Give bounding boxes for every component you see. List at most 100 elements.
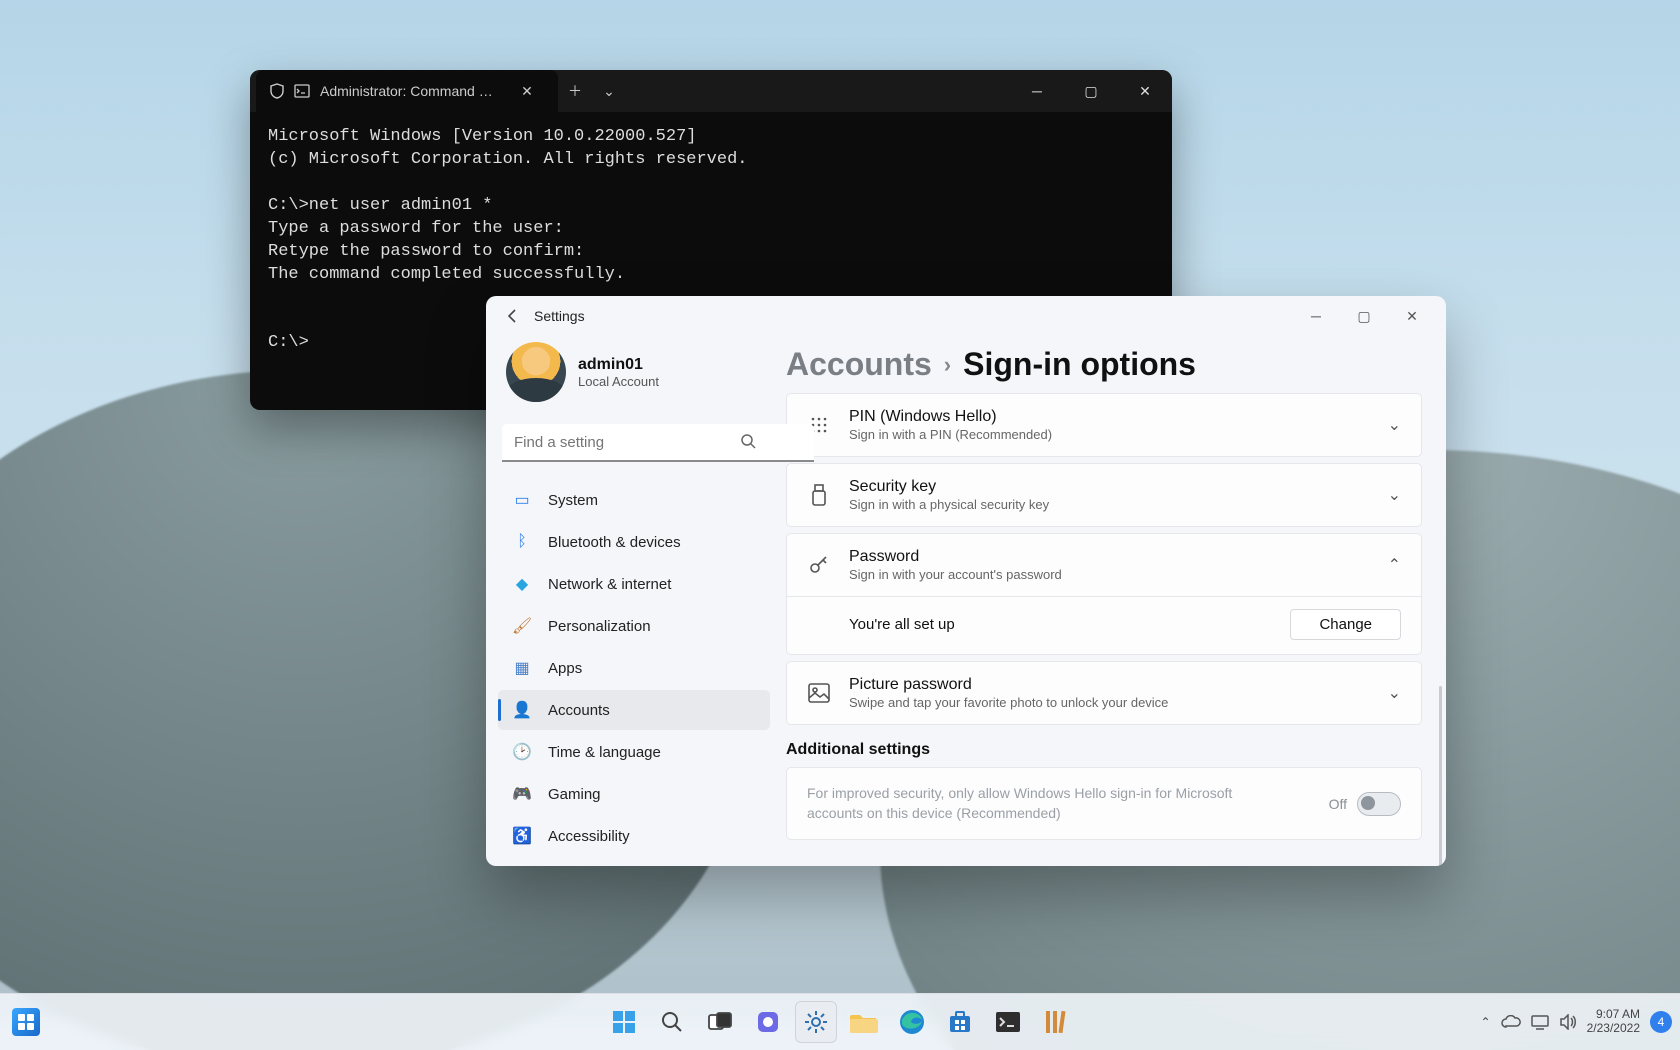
chevron-down-icon: ⌄ bbox=[1388, 683, 1401, 703]
app-button[interactable] bbox=[1035, 1001, 1077, 1043]
nav-network[interactable]: ◆Network & internet bbox=[498, 564, 770, 604]
taskbar-time: 9:07 AM bbox=[1587, 1008, 1640, 1022]
chat-icon bbox=[755, 1009, 781, 1035]
chevron-right-icon: › bbox=[944, 352, 951, 378]
terminal-icon bbox=[995, 1011, 1021, 1033]
chevron-up-icon: ⌃ bbox=[1388, 555, 1401, 575]
clock-icon: 🕑 bbox=[512, 742, 532, 762]
widgets-icon bbox=[17, 1013, 35, 1031]
tray-overflow-icon[interactable]: ⌃ bbox=[1481, 1015, 1491, 1029]
nav-apps[interactable]: ▦Apps bbox=[498, 648, 770, 688]
cmd-icon bbox=[294, 84, 310, 98]
tab-dropdown-icon[interactable]: ⌄ bbox=[592, 70, 626, 112]
widgets-button[interactable] bbox=[12, 994, 40, 1050]
terminal-tabbar: Administrator: Command Prompt ✕ ＋ ⌄ ─ ▢ … bbox=[250, 70, 1172, 112]
system-icon: ▭ bbox=[512, 490, 532, 510]
new-tab-button[interactable]: ＋ bbox=[558, 70, 592, 112]
breadcrumb-leaf: Sign-in options bbox=[963, 346, 1196, 383]
avatar bbox=[506, 342, 566, 402]
maximize-button[interactable]: ▢ bbox=[1064, 72, 1118, 110]
toggle-state-label: Off bbox=[1329, 796, 1347, 812]
hello-only-toggle[interactable] bbox=[1357, 792, 1401, 816]
settings-titlebar: Settings ─ ▢ ✕ bbox=[486, 296, 1446, 336]
system-tray: ⌃ 9:07 AM 2/23/2022 4 bbox=[1481, 994, 1672, 1050]
settings-sidebar: admin01 Local Account ▭System ᛒBluetooth… bbox=[486, 336, 782, 866]
wifi-icon: ◆ bbox=[512, 574, 532, 594]
change-password-button[interactable]: Change bbox=[1290, 609, 1401, 640]
breadcrumb-root[interactable]: Accounts bbox=[786, 346, 932, 383]
accessibility-icon: ♿ bbox=[512, 826, 532, 846]
edge-button[interactable] bbox=[891, 1001, 933, 1043]
user-sub: Local Account bbox=[578, 374, 659, 389]
folder-icon bbox=[850, 1011, 878, 1033]
tab-close-icon[interactable]: ✕ bbox=[510, 70, 544, 112]
chat-button[interactable] bbox=[747, 1001, 789, 1043]
scrollbar[interactable] bbox=[1439, 686, 1442, 866]
minimize-button[interactable]: ─ bbox=[1010, 72, 1064, 110]
settings-taskbar-button[interactable] bbox=[795, 1001, 837, 1043]
gaming-icon: 🎮 bbox=[512, 784, 532, 804]
minimize-button[interactable]: ─ bbox=[1292, 299, 1340, 333]
password-expanded: You're all set up Change bbox=[787, 596, 1421, 654]
explorer-button[interactable] bbox=[843, 1001, 885, 1043]
nav-gaming[interactable]: 🎮Gaming bbox=[498, 774, 770, 814]
taskview-button[interactable] bbox=[699, 1001, 741, 1043]
search-button[interactable] bbox=[651, 1001, 693, 1043]
signin-pin-row[interactable]: PIN (Windows Hello)Sign in with a PIN (R… bbox=[786, 393, 1422, 457]
app-icon bbox=[1044, 1009, 1068, 1035]
shield-icon bbox=[270, 83, 284, 99]
start-button[interactable] bbox=[603, 1001, 645, 1043]
store-button[interactable] bbox=[939, 1001, 981, 1043]
back-button[interactable] bbox=[496, 299, 530, 333]
nav-system[interactable]: ▭System bbox=[498, 480, 770, 520]
taskbar-center bbox=[603, 994, 1077, 1050]
hello-only-label: For improved security, only allow Window… bbox=[807, 784, 1237, 823]
usb-key-icon bbox=[807, 483, 831, 507]
onedrive-icon[interactable] bbox=[1501, 1015, 1521, 1029]
chevron-down-icon: ⌄ bbox=[1388, 415, 1401, 435]
signin-picture-row[interactable]: Picture passwordSwipe and tap your favor… bbox=[786, 661, 1422, 725]
nav-accessibility[interactable]: ♿Accessibility bbox=[498, 816, 770, 856]
network-tray-icon[interactable] bbox=[1531, 1014, 1549, 1030]
nav-bluetooth[interactable]: ᛒBluetooth & devices bbox=[498, 522, 770, 562]
close-button[interactable]: ✕ bbox=[1118, 72, 1172, 110]
settings-nav: ▭System ᛒBluetooth & devices ◆Network & … bbox=[498, 480, 770, 856]
signin-securitykey-row[interactable]: Security keySign in with a physical secu… bbox=[786, 463, 1422, 527]
bluetooth-icon: ᛒ bbox=[512, 532, 532, 552]
search-icon bbox=[660, 1010, 684, 1034]
taskbar: ⌃ 9:07 AM 2/23/2022 4 bbox=[0, 993, 1680, 1050]
windows-icon bbox=[611, 1009, 637, 1035]
settings-window: Settings ─ ▢ ✕ admin01 Local Account bbox=[486, 296, 1446, 866]
brush-icon: 🖌 bbox=[512, 616, 532, 636]
terminal-tab[interactable]: Administrator: Command Prompt ✕ bbox=[256, 70, 558, 112]
settings-search[interactable] bbox=[502, 424, 766, 462]
store-icon bbox=[947, 1009, 973, 1035]
taskview-icon bbox=[708, 1012, 732, 1032]
user-card[interactable]: admin01 Local Account bbox=[498, 336, 770, 414]
chevron-down-icon: ⌄ bbox=[1388, 485, 1401, 505]
edge-icon bbox=[899, 1009, 925, 1035]
maximize-button[interactable]: ▢ bbox=[1340, 299, 1388, 333]
picture-icon bbox=[807, 681, 831, 705]
key-icon bbox=[807, 553, 831, 577]
password-status: You're all set up bbox=[849, 616, 955, 633]
notification-badge[interactable]: 4 bbox=[1650, 1011, 1672, 1033]
hello-only-row: For improved security, only allow Window… bbox=[786, 767, 1422, 840]
nav-accounts[interactable]: 👤Accounts bbox=[498, 690, 770, 730]
settings-main: Accounts › Sign-in options PIN (Windows … bbox=[782, 336, 1446, 866]
search-input[interactable] bbox=[502, 424, 814, 462]
nav-time[interactable]: 🕑Time & language bbox=[498, 732, 770, 772]
nav-personalization[interactable]: 🖌Personalization bbox=[498, 606, 770, 646]
additional-settings-header: Additional settings bbox=[786, 741, 1422, 759]
volume-icon[interactable] bbox=[1559, 1014, 1577, 1030]
apps-icon: ▦ bbox=[512, 658, 532, 678]
signin-password-row[interactable]: PasswordSign in with your account's pass… bbox=[786, 533, 1422, 655]
accounts-icon: 👤 bbox=[512, 700, 532, 720]
taskbar-clock[interactable]: 9:07 AM 2/23/2022 bbox=[1587, 1008, 1640, 1036]
search-icon bbox=[740, 433, 756, 454]
breadcrumb: Accounts › Sign-in options bbox=[786, 346, 1422, 383]
taskbar-date: 2/23/2022 bbox=[1587, 1022, 1640, 1036]
settings-title: Settings bbox=[534, 308, 585, 324]
close-button[interactable]: ✕ bbox=[1388, 299, 1436, 333]
terminal-taskbar-button[interactable] bbox=[987, 1001, 1029, 1043]
